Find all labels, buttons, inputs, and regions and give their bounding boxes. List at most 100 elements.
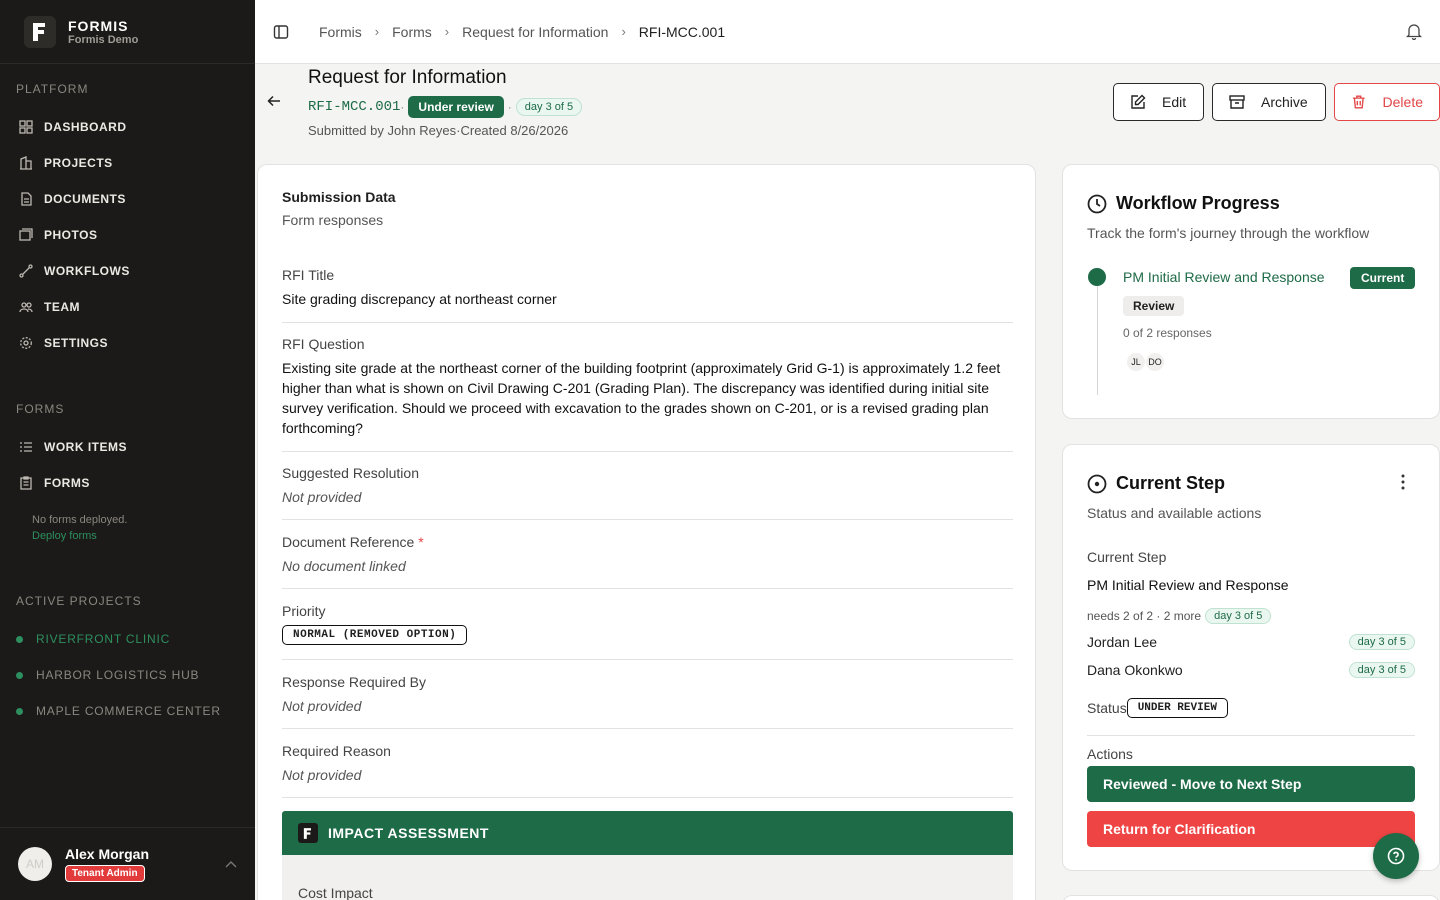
status-badge: Under review (408, 96, 504, 118)
delete-button[interactable]: Delete (1334, 83, 1440, 121)
sidebar-item-label: FORMS (44, 476, 90, 490)
workflow-desc: Track the form's journey through the wor… (1087, 225, 1370, 241)
sidebar-toggle-icon[interactable] (273, 24, 289, 40)
formis-logo-icon (298, 823, 318, 843)
topbar: Formis › Forms › Request for Information… (255, 0, 1440, 64)
assignee-name: Jordan Lee (1087, 634, 1158, 650)
field-value: Site grading discrepancy at northeast co… (282, 291, 557, 307)
team-icon (18, 299, 34, 315)
sidebar-item-dashboard[interactable]: DASHBOARD (0, 109, 255, 145)
project-item-maple[interactable]: MAPLE COMMERCE CENTER (0, 693, 255, 729)
help-button[interactable] (1373, 833, 1419, 879)
field-label: Response Required By (282, 674, 426, 690)
submission-desc: Form responses (282, 212, 384, 228)
separator-dot: · (507, 100, 512, 114)
edit-button[interactable]: Edit (1113, 83, 1204, 121)
grid-icon (18, 119, 34, 135)
sidebar-item-projects[interactable]: PROJECTS (0, 145, 255, 181)
submitted-by: Submitted by John Reyes (308, 123, 457, 138)
breadcrumb-formis[interactable]: Formis (319, 24, 362, 40)
page-title: Request for Information (308, 67, 507, 88)
project-label: RIVERFRONT CLINIC (36, 632, 171, 646)
project-status-dot (16, 671, 23, 679)
sidebar-item-settings[interactable]: SETTINGS (0, 325, 255, 361)
active-projects-label: ACTIVE PROJECTS (16, 594, 142, 608)
day-badge: day 3 of 5 (515, 98, 583, 116)
field-label: Suggested Resolution (282, 465, 419, 481)
workflow-step-name[interactable]: PM Initial Review and Response (1123, 269, 1325, 285)
help-icon (1387, 847, 1405, 865)
trash-icon (1352, 95, 1365, 109)
sidebar-item-forms[interactable]: FORMS (0, 465, 255, 501)
sidebar-item-label: DASHBOARD (44, 120, 127, 134)
sidebar: FORMIS Formis Demo PLATFORM DASHBOARD PR… (0, 0, 255, 900)
priority-badge: NORMAL (REMOVED OPTION) (282, 625, 468, 645)
project-status-dot (16, 707, 23, 715)
gear-icon (18, 335, 34, 351)
current-step-name: PM Initial Review and Response (1087, 577, 1289, 593)
return-for-clarification-button[interactable]: Return for Clarification (1087, 811, 1415, 847)
building-icon (18, 155, 34, 171)
divider (1087, 735, 1415, 736)
sidebar-item-label: WORKFLOWS (44, 264, 130, 278)
created-date: Created 8/26/2026 (460, 123, 569, 138)
field-value: No document linked (282, 558, 406, 574)
status-row: Status UNDER REVIEW (1087, 698, 1228, 718)
sidebar-item-documents[interactable]: DOCUMENTS (0, 181, 255, 217)
day-badge: day 3 of 5 (1348, 662, 1415, 678)
assignee-name: Dana Okonkwo (1087, 662, 1183, 678)
sidebar-item-photos[interactable]: PHOTOS (0, 217, 255, 253)
chevron-up-icon[interactable] (225, 855, 237, 873)
archive-button[interactable]: Archive (1212, 83, 1326, 121)
impact-assessment-header[interactable]: IMPACT ASSESSMENT (282, 811, 1013, 855)
field-value: Existing site grade at the northeast cor… (282, 360, 1001, 436)
impact-title: IMPACT ASSESSMENT (328, 825, 489, 841)
submission-title: Submission Data (282, 189, 396, 205)
archive-button-label: Archive (1261, 94, 1308, 110)
sidebar-item-work-items[interactable]: WORK ITEMS (0, 429, 255, 465)
field-response-required-by: Response Required By Not provided (282, 674, 1013, 729)
submission-card: Submission Data Form responses RFI Title… (257, 164, 1036, 900)
current-step-card: Current Step Status and available action… (1062, 444, 1440, 871)
more-vertical-icon[interactable] (1401, 474, 1405, 495)
field-document-reference: Document Reference * No document linked (282, 534, 1013, 589)
current-step-desc: Status and available actions (1087, 505, 1262, 521)
bell-icon[interactable] (1406, 23, 1422, 40)
sidebar-item-workflows[interactable]: WORKFLOWS (0, 253, 255, 289)
current-badge: Current (1350, 267, 1416, 289)
field-value: Not provided (282, 698, 362, 714)
breadcrumb: Formis › Forms › Request for Information… (319, 24, 725, 40)
timeline-line (1097, 285, 1098, 395)
status-badge: UNDER REVIEW (1126, 698, 1228, 718)
project-item-riverfront[interactable]: RIVERFRONT CLINIC (0, 621, 255, 657)
document-icon (18, 191, 34, 207)
user-name: Alex Morgan (65, 846, 150, 862)
reviewed-next-step-button[interactable]: Reviewed - Move to Next Step (1087, 766, 1415, 802)
breadcrumb-forms[interactable]: Forms (392, 24, 432, 40)
avatar: DO (1145, 352, 1165, 372)
list-icon (18, 439, 34, 455)
sidebar-item-label: WORK ITEMS (44, 440, 127, 454)
workflow-icon (18, 263, 34, 279)
deploy-forms-link[interactable]: Deploy forms (32, 530, 97, 542)
clipboard-icon (18, 475, 34, 491)
platform-section-label: PLATFORM (16, 82, 89, 96)
needs-text: needs 2 of 2 · 2 more (1087, 609, 1202, 623)
sidebar-item-team[interactable]: TEAM (0, 289, 255, 325)
separator-dot: · (400, 100, 405, 114)
project-item-harbor[interactable]: HARBOR LOGISTICS HUB (0, 657, 255, 693)
day-badge: day 3 of 5 (1348, 634, 1415, 650)
page-header: Request for Information RFI-MCC.001 · Un… (255, 64, 1440, 164)
brand[interactable]: FORMIS Formis Demo (0, 0, 255, 64)
assignee-row: Jordan Lee day 3 of 5 (1087, 634, 1415, 650)
breadcrumb-rfi[interactable]: Request for Information (462, 24, 608, 40)
brand-name: FORMIS (68, 17, 129, 34)
current-step-label: Current Step (1087, 549, 1167, 565)
responses-count: 0 of 2 responses (1123, 326, 1212, 340)
submitted-info: Submitted by John Reyes·Created 8/26/202… (308, 123, 568, 138)
field-value: Not provided (282, 767, 362, 783)
avatar: AM (18, 847, 52, 881)
user-menu[interactable]: AM Alex Morgan Tenant Admin (0, 827, 255, 900)
back-arrow-icon[interactable] (267, 94, 281, 113)
required-star: * (418, 534, 424, 550)
